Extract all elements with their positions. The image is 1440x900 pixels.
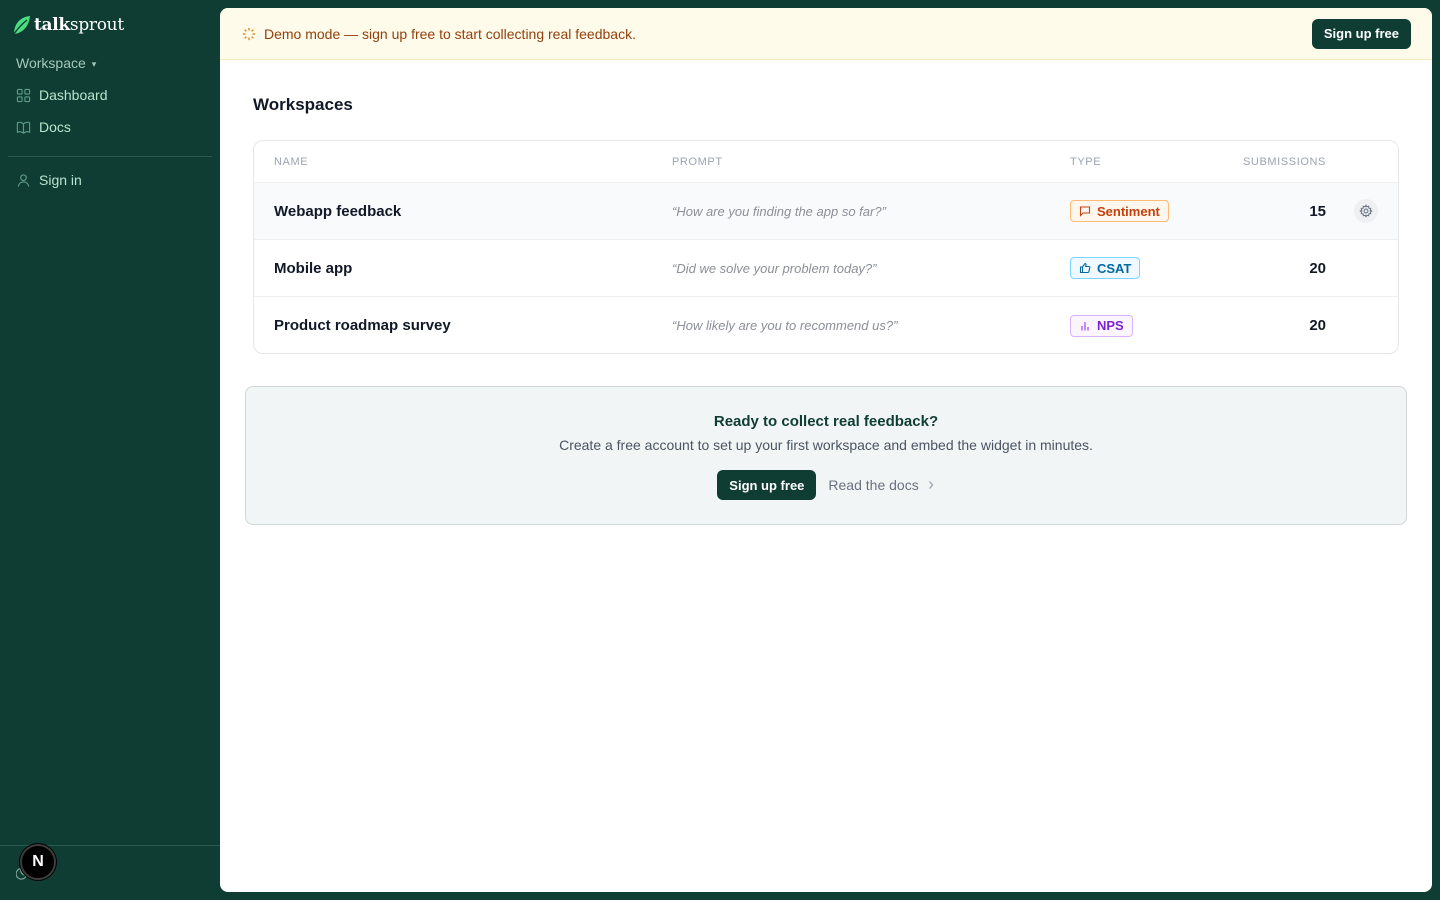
banner-text: Demo mode — sign up free to start collec… (264, 25, 636, 42)
sidebar-divider (8, 156, 212, 157)
column-header-type: TYPE (1070, 155, 1102, 168)
user-icon (17, 173, 30, 187)
logo-text: talksprout (34, 15, 124, 35)
cta-signup-button[interactable]: Sign up free (717, 470, 817, 500)
leaf-icon (13, 16, 30, 35)
type-cell: NPS (1070, 314, 1133, 337)
signup-cta-card: Ready to collect real feedback? Create a… (245, 386, 1407, 525)
read-docs-label: Read the docs (828, 477, 919, 493)
type-badge-csat: CSAT (1070, 257, 1141, 279)
sidebar-item-label: Sign in (39, 172, 82, 188)
workspace-switcher[interactable]: Workspace ▾ (16, 55, 96, 71)
workspace-prompt: “How are you finding the app so far?” (672, 203, 886, 219)
type-badge-label: NPS (1097, 318, 1124, 333)
banner-signup-button[interactable]: Sign up free (1311, 18, 1411, 49)
workspace-name: Mobile app (274, 259, 353, 277)
sidebar-item-signin[interactable]: Sign in (16, 172, 82, 188)
cta-subtitle: Create a free account to set up your fir… (559, 437, 1093, 453)
chevron-right-icon (928, 481, 934, 489)
type-badge-nps: NPS (1070, 314, 1133, 337)
grid-icon (16, 88, 31, 102)
workspaces-table: NAME PROMPT TYPE SUBMISSIONS Webapp feed… (253, 140, 1399, 354)
sparkle-icon (242, 27, 256, 40)
type-badge-label: Sentiment (1097, 203, 1160, 219)
column-header-prompt: PROMPT (672, 155, 723, 168)
message-icon (1079, 206, 1091, 217)
workspace-prompt: “Did we solve your problem today?” (672, 260, 877, 276)
table-row[interactable]: Product roadmap survey “How likely are y… (254, 297, 1398, 353)
page-title: Workspaces (253, 95, 353, 114)
cta-actions: Sign up free Read the docs (246, 470, 1406, 500)
workspace-label: Workspace (16, 55, 86, 71)
type-badge-sentiment: Sentiment (1070, 200, 1169, 222)
cta-title: Ready to collect real feedback? (713, 413, 939, 430)
bar-chart-icon (1081, 321, 1089, 330)
workspace-name: Webapp feedback (274, 202, 402, 220)
table-header: NAME PROMPT TYPE SUBMISSIONS (254, 141, 1398, 183)
sidebar-item-label: Docs (39, 119, 71, 135)
workspace-settings-button[interactable] (1354, 199, 1378, 223)
type-badge-label: CSAT (1097, 260, 1132, 276)
table-row[interactable]: Webapp feedback “How are you finding the… (254, 183, 1398, 240)
gear-icon (1359, 204, 1373, 218)
sidebar-item-docs[interactable]: Docs (16, 119, 71, 135)
submission-count: 20 (1309, 259, 1326, 277)
type-cell: CSAT (1070, 257, 1141, 279)
avatar[interactable]: N (20, 844, 56, 880)
thumbs-up-icon (1079, 262, 1091, 274)
workspace-prompt: “How likely are you to recommend us?” (672, 318, 898, 333)
column-header-name: NAME (274, 155, 309, 168)
main-panel: Demo mode — sign up free to start collec… (220, 8, 1432, 892)
read-docs-link[interactable]: Read the docs (828, 477, 934, 493)
workspace-name: Product roadmap survey (274, 317, 451, 334)
submission-count: 15 (1309, 202, 1326, 220)
column-header-submissions: SUBMISSIONS (1242, 155, 1326, 168)
avatar-initial: N (32, 853, 44, 870)
book-icon (16, 121, 31, 134)
type-cell: Sentiment (1070, 200, 1169, 222)
demo-banner: Demo mode — sign up free to start collec… (220, 8, 1432, 60)
chevron-down-icon: ▾ (91, 58, 97, 69)
logo[interactable]: talksprout (12, 14, 124, 36)
table-row[interactable]: Mobile app “Did we solve your problem to… (254, 240, 1398, 297)
sidebar-item-label: Dashboard (39, 87, 108, 103)
sidebar-item-dashboard[interactable]: Dashboard (16, 87, 108, 103)
sidebar: talksprout Workspace ▾ Dashboard Docs Si… (0, 0, 220, 900)
submission-count: 20 (1309, 317, 1326, 334)
